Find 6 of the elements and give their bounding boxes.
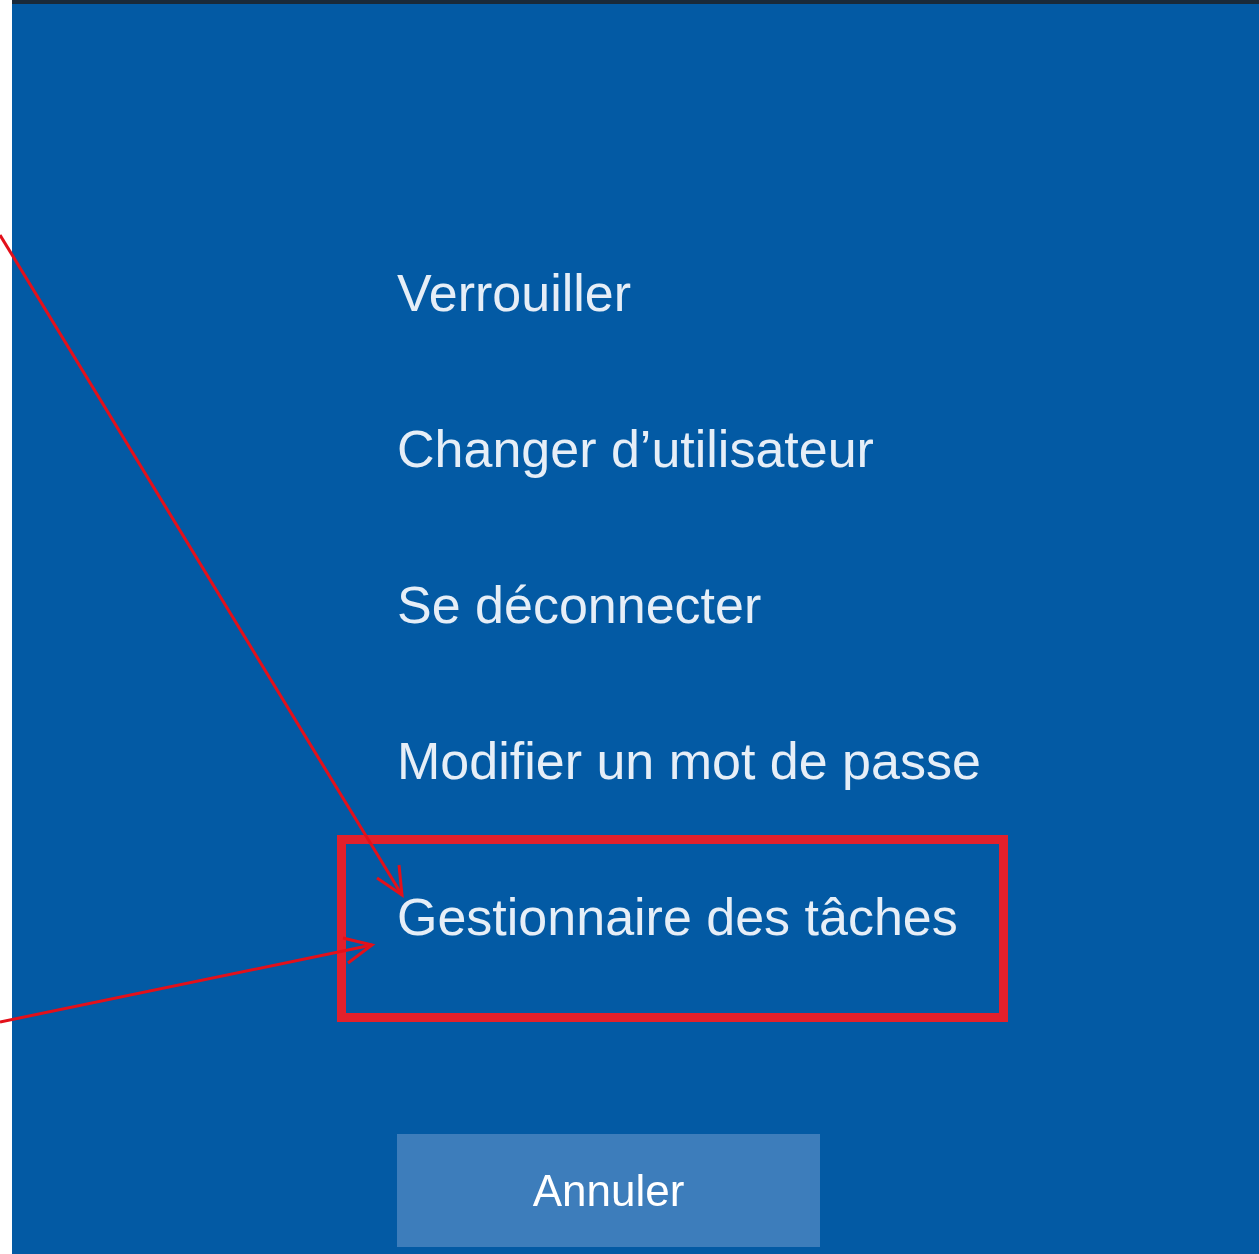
menu-item[interactable]: Se déconnecter — [397, 566, 762, 644]
menu-item[interactable]: Gestionnaire des tâches — [397, 878, 958, 956]
menu-item[interactable]: Changer d’utilisateur — [397, 410, 874, 488]
menu-item[interactable]: Verrouiller — [397, 254, 632, 332]
cancel-button[interactable]: Annuler — [397, 1134, 820, 1247]
menu-item[interactable]: Modifier un mot de passe — [397, 722, 981, 800]
